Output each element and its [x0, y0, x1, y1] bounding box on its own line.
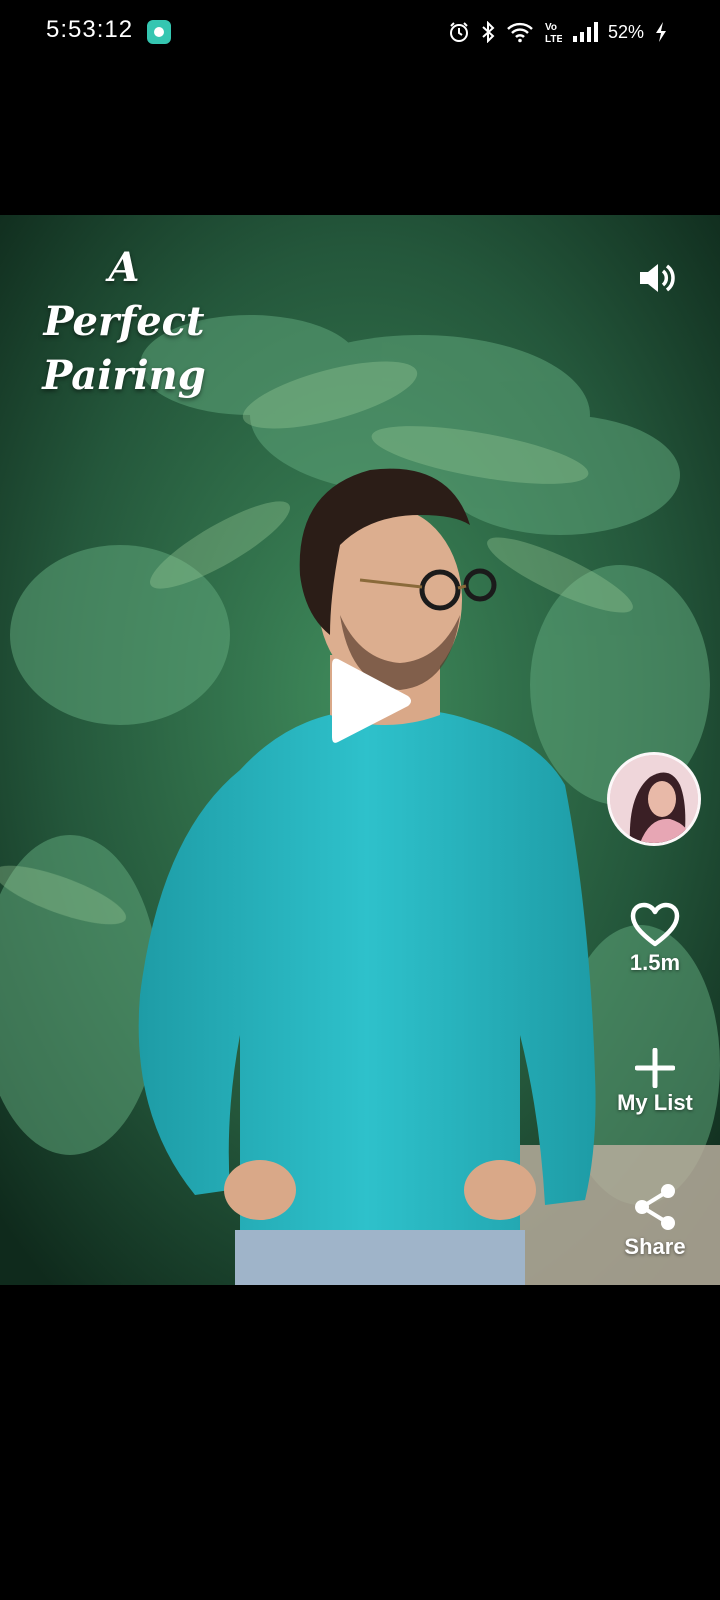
play-icon	[332, 658, 411, 743]
status-icons: Vo LTE 52%	[448, 18, 668, 46]
svg-text:LTE: LTE	[545, 34, 562, 44]
alarm-icon	[449, 22, 468, 42]
share-label: Share	[624, 1234, 686, 1259]
signal-icon	[572, 22, 598, 42]
battery-percent: 52%	[607, 21, 644, 42]
svg-text:Vo: Vo	[545, 22, 557, 33]
battery-charging-icon	[656, 22, 666, 42]
creator-avatar[interactable]	[607, 752, 701, 846]
my-list-button[interactable]: My List	[600, 1048, 710, 1116]
like-button[interactable]: 1.5m	[600, 902, 710, 976]
status-bar: 5:53:12 Vo LTE 52%	[0, 0, 720, 64]
video-title-line-1: A Perfect	[43, 244, 205, 345]
plus-icon	[635, 1048, 675, 1088]
volte-icon: Vo LTE	[545, 22, 562, 44]
play-button[interactable]	[328, 653, 414, 749]
app-notification-icon	[147, 20, 171, 44]
wifi-icon	[507, 22, 533, 43]
status-time: 5:53:12	[46, 16, 134, 43]
avatar-image	[610, 755, 698, 843]
like-count: 1.5m	[629, 950, 681, 975]
bluetooth-icon	[482, 21, 495, 43]
video-title-line-2: Pairing	[42, 352, 206, 399]
share-icon	[635, 1184, 675, 1230]
volume-button[interactable]	[636, 258, 676, 298]
my-list-label: My List	[617, 1090, 693, 1115]
video-player[interactable]: A Perfect Pairing 1.5m My List Share	[0, 215, 720, 1285]
video-title: A Perfect Pairing	[24, 241, 224, 403]
volume-icon	[640, 264, 675, 292]
heart-icon	[630, 902, 680, 947]
share-button[interactable]: Share	[600, 1182, 710, 1260]
